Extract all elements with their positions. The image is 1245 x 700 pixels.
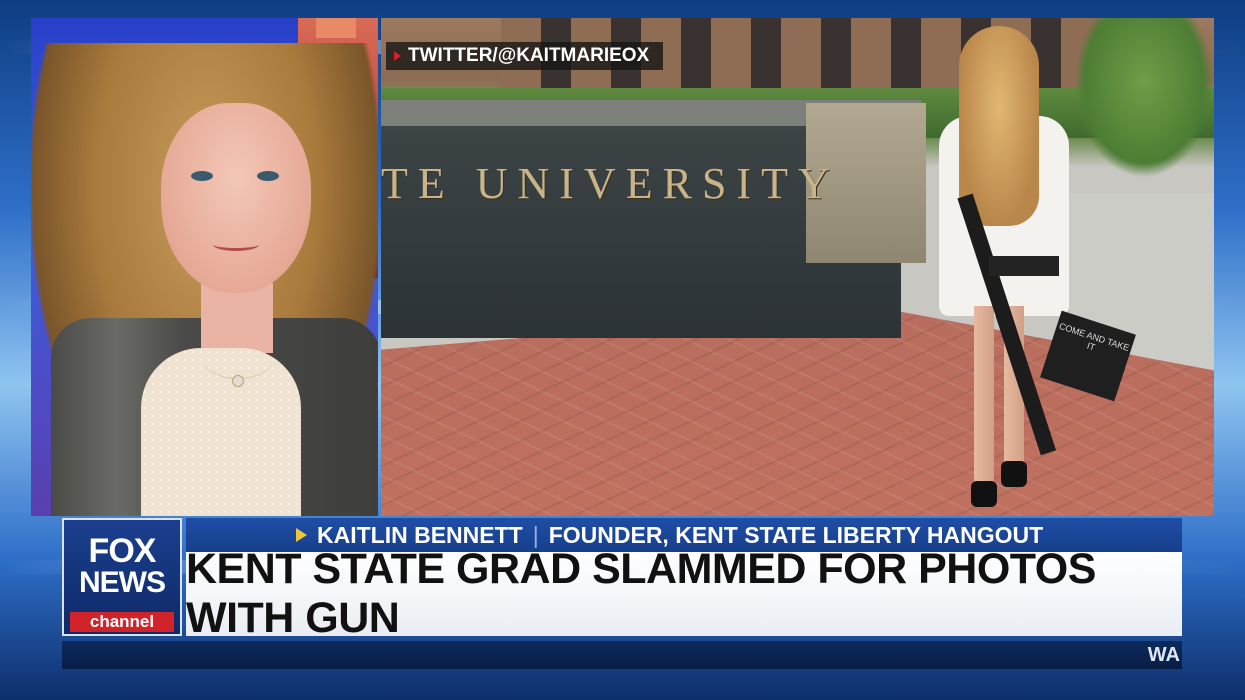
headline-text: KENT STATE GRAD SLAMMED FOR PHOTOS WITH … [186, 545, 1096, 642]
logo-line-news: NEWS [79, 566, 166, 599]
news-ticker: WA [62, 641, 1182, 669]
heart-pendant [232, 375, 244, 387]
leg [974, 306, 994, 481]
logo-line-fox: FOX [88, 532, 157, 570]
shoe [971, 481, 997, 507]
source-tag: TWITTER/@KAITMARIEOX [386, 42, 664, 70]
logo-line-channel: channel [70, 612, 174, 632]
photo-panel: TE UNIVERSITY COME AND TAKE IT [381, 18, 1214, 516]
source-tag-text: TWITTER/@KAITMARIEOX [408, 45, 650, 66]
lower-third: FOX NEWS channel KAITLIN BENNETT | FOUND… [62, 518, 1182, 642]
eye [191, 171, 213, 181]
guest-necklace [203, 338, 273, 379]
woman-with-rifle: COME AND TAKE IT [929, 26, 1136, 516]
play-triangle-icon [394, 51, 401, 61]
guest-video-panel [31, 18, 378, 516]
mouth [213, 238, 259, 251]
guest-face [161, 103, 311, 293]
rifle-stock [989, 256, 1059, 276]
fox-news-logo: FOX NEWS channel [62, 518, 182, 636]
wall-sign-text: TE UNIVERSITY [381, 159, 840, 208]
headline-bar: KENT STATE GRAD SLAMMED FOR PHOTOS WITH … [186, 545, 1182, 642]
ticker-text: WA [1147, 644, 1180, 666]
eye [257, 171, 279, 181]
shoe [1001, 461, 1027, 487]
play-triangle-icon [296, 528, 307, 542]
